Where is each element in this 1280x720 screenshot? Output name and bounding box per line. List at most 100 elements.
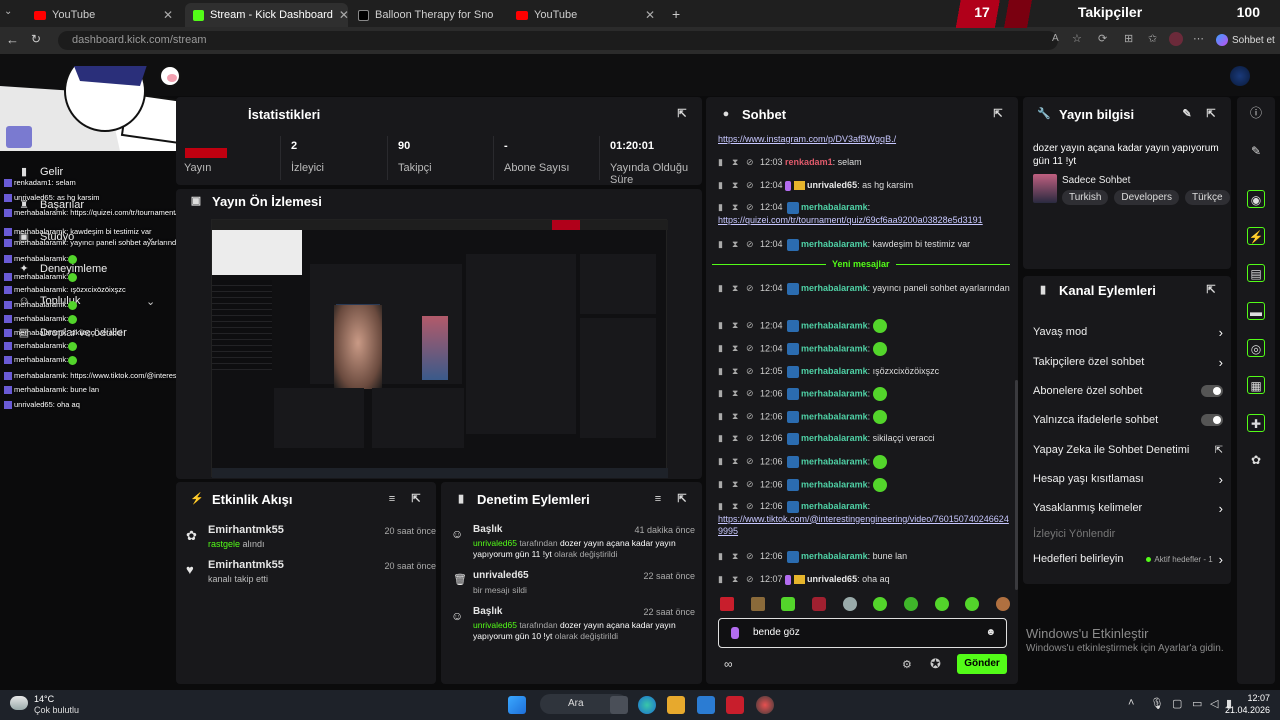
emote-icon[interactable] [811,597,826,611]
ban-icon[interactable]: ⊘ [746,342,754,353]
timeout-icon[interactable]: ⧗ [732,238,740,249]
popout-icon[interactable]: ⇱ [992,108,1004,120]
tab-tiktok[interactable]: Balloon Therapy for Snoring & Bre [350,3,507,27]
split-icon[interactable]: ⊞ [1124,32,1133,45]
emote-icon[interactable] [781,597,796,611]
timeout-icon[interactable]: ⧗ [732,201,740,212]
wrench-icon[interactable]: ✚ [1247,414,1265,432]
broadcast-icon[interactable]: ◎ [1247,339,1265,357]
collections-icon[interactable]: ✩ [1148,32,1157,45]
trash-icon[interactable]: ▮ [718,573,726,584]
popout-icon[interactable]: ⇱ [1205,284,1217,296]
sidebar-item-gelir[interactable]: ▮ Gelir [18,166,63,178]
ban-icon[interactable]: ⊘ [746,282,754,293]
chat-input[interactable]: bende göz ☻ [718,618,1007,648]
layout-icon[interactable]: ▦ [1247,376,1265,394]
timeout-icon[interactable]: ⧗ [732,550,740,561]
community-points-icon[interactable]: ∞ [724,657,733,671]
chat-message[interactable]: ▮ ⧗ ⊘ 12:04 unrivaled65: as hg karsim [718,179,1010,191]
document-icon[interactable]: ▤ [1247,264,1265,282]
trash-icon[interactable]: ▮ [718,500,726,511]
trash-icon[interactable]: ▮ [718,365,726,376]
chat-message[interactable]: ▮ ⧗ ⊘ 12:06 merhabalaramk: https://www.tikt… [718,500,1010,537]
toggle-switch[interactable] [1201,385,1223,397]
filter-icon[interactable]: ≡ [652,493,664,505]
emote-icon[interactable] [842,597,857,611]
chat-message[interactable]: ▮ ⧗ ⊘ 12:04 merhabalaramk: kawdeşim bi test… [718,238,1010,251]
tab-kick-dashboard[interactable]: Stream - Kick Dashboard ✕ [185,3,348,27]
timeout-icon[interactable]: ⧗ [732,179,740,190]
ban-icon[interactable]: ⊘ [746,573,754,584]
emote-icon[interactable] [750,597,765,611]
back-icon[interactable]: ← [6,32,19,47]
action-raid[interactable]: İzleyici Yönlendir [1033,524,1223,544]
chat-message[interactable]: ▮ ⧗ ⊘ 12:06 merhabalaramk: [718,478,1010,492]
user-avatar[interactable] [1230,66,1250,86]
timeout-icon[interactable]: ⧗ [732,432,740,443]
emote-icon[interactable] [934,597,949,611]
action-account-age[interactable]: Hesap yaşı kısıtlaması › [1033,469,1223,489]
app-icon[interactable] [726,696,744,714]
timeout-icon[interactable]: ⧗ [732,319,740,330]
popout-icon[interactable]: ⇱ [1205,108,1217,120]
close-icon[interactable]: ✕ [645,8,655,22]
popout-icon[interactable]: ⇱ [410,493,422,505]
ban-icon[interactable]: ⊘ [746,387,754,398]
tag[interactable]: Türkçe [1185,190,1230,205]
info-icon[interactable]: ⓘ [1247,104,1265,122]
trash-icon[interactable]: ▮ [718,550,726,561]
chat-message[interactable]: ▮ ⧗ ⊘ 12:07 unrivaled65: oha aq [718,573,1010,585]
trash-icon[interactable]: ▮ [718,410,726,421]
chat-message[interactable]: ▮ ⧗ ⊘ 12:06 merhabalaramk: [718,410,1010,424]
timeout-icon[interactable]: ⧗ [732,455,740,466]
network-icon[interactable]: ▭ [1192,697,1202,710]
ban-icon[interactable]: ⊘ [746,319,754,330]
tab-youtube-2[interactable]: YouTube ✕ [508,3,663,27]
timeout-icon[interactable]: ⧗ [732,342,740,353]
chat-icon[interactable]: ▬ [1247,302,1265,320]
trash-icon[interactable]: ▮ [718,478,726,489]
ban-icon[interactable]: ⊘ [746,365,754,376]
toggle-switch[interactable] [1201,414,1223,426]
action-goals[interactable]: Hedefleri belirleyin Aktif hedefler - 1 › [1033,549,1223,569]
popout-icon[interactable]: ⇱ [676,108,688,120]
mod-tools-icon[interactable]: ✪ [930,656,941,672]
community-icon[interactable]: ✿ [1247,451,1265,469]
trash-icon[interactable]: ▮ [718,455,726,466]
more-icon[interactable]: ⋯ [1193,32,1204,45]
lightning-icon[interactable]: ⚡ [1247,227,1265,245]
chat-message[interactable]: ▮ ⧗ ⊘ 12:05 merhabalaramk: ışözxcixözöixşzc [718,365,1010,378]
timeout-icon[interactable]: ⧗ [732,573,740,584]
chat-message[interactable]: ▮ ⧗ ⊘ 12:04 merhabalaramk: yayıncı paneli s… [718,282,1010,295]
trash-icon[interactable]: ▮ [718,156,726,167]
emote-icon[interactable] [720,597,734,611]
ban-icon[interactable]: ⊘ [746,179,754,190]
trash-icon[interactable]: ▮ [718,179,726,190]
tab-youtube-1[interactable]: YouTube ✕ [26,3,181,27]
chat-message[interactable]: ▮ ⧗ ⊘ 12:06 merhabalaramk: [718,455,1010,469]
chat-message[interactable]: ▮ ⧗ ⊘ 12:04 merhabalaramk: https://quizei.c… [718,201,1010,226]
emote-icon[interactable] [995,597,1010,611]
trash-icon[interactable]: ▮ [718,282,726,293]
chat-link[interactable]: https://www.instagram.com/p/DV3afBWgqB./ [718,134,896,144]
ban-icon[interactable]: ⊘ [746,478,754,489]
action-emotes-only[interactable]: Yalnızca ifadelerle sohbet [1033,410,1223,430]
chat-message[interactable]: ▮ ⧗ ⊘ 12:06 merhabalaramk: sikilaççi veracc… [718,432,1010,445]
edge-icon[interactable] [638,696,656,714]
ban-icon[interactable]: ⊘ [746,432,754,443]
weather-icon[interactable] [10,696,28,710]
action-ai-moderation[interactable]: Yapay Zeka ile Sohbet Denetimi ⇱ [1033,440,1223,460]
pencil-icon[interactable]: ✎ [1247,142,1265,160]
copilot-button[interactable]: Sohbet et [1216,31,1276,49]
new-tab-icon[interactable]: + [672,6,680,22]
ban-icon[interactable]: ⊘ [746,455,754,466]
chat-message[interactable]: ▮ ⧗ ⊘ 12:04 merhabalaramk: [718,319,1010,333]
extensions-icon[interactable]: ⟳ [1098,32,1107,45]
emote-icon[interactable] [903,597,918,611]
ban-icon[interactable]: ⊘ [746,156,754,167]
ban-icon[interactable]: ⊘ [746,500,754,511]
chat-message[interactable]: ▮ ⧗ ⊘ 12:04 merhabalaramk: [718,342,1010,356]
emote-icon[interactable] [873,597,888,611]
action-followers-only[interactable]: Takipçilere özel sohbet › [1033,352,1223,372]
read-aloud-icon[interactable]: A [1052,33,1059,44]
